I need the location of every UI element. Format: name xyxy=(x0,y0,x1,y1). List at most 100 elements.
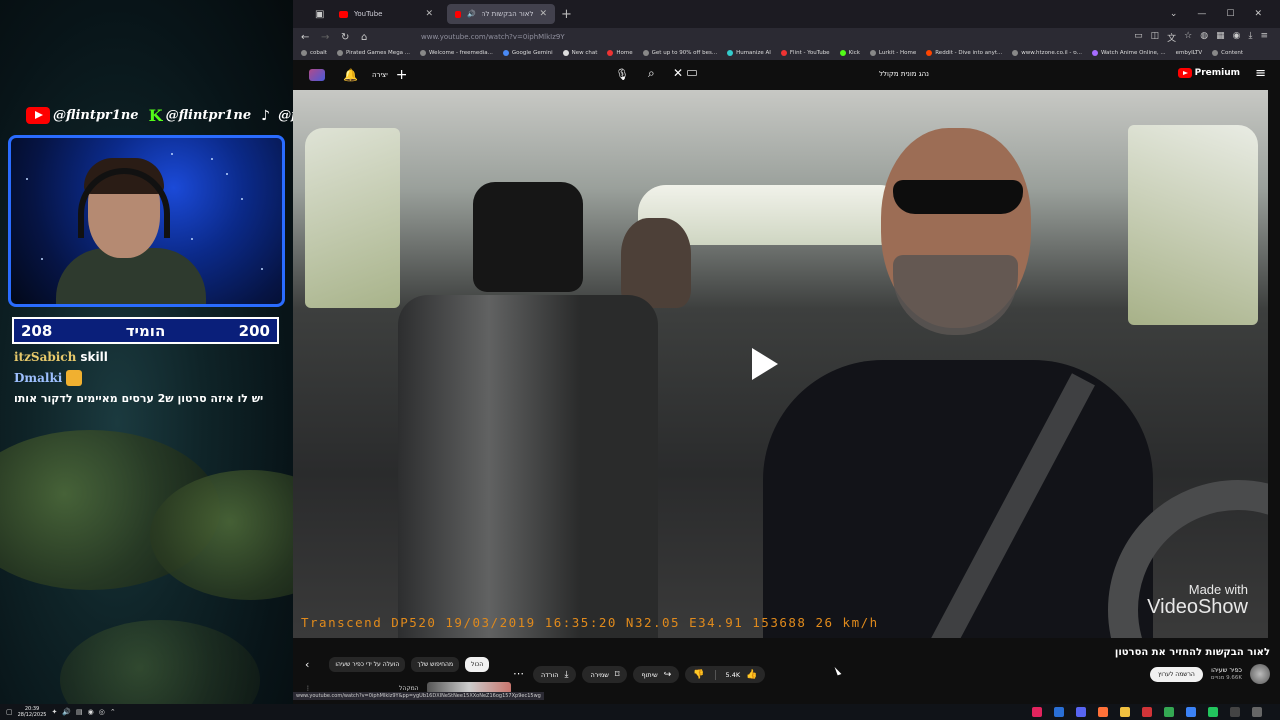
volume-icon[interactable]: 🔊 xyxy=(62,708,71,716)
taskbar-app-icon[interactable] xyxy=(1252,707,1262,717)
score-label: הומיד xyxy=(125,321,166,340)
notifications-bell-icon[interactable]: 🔔 xyxy=(343,68,358,82)
bookmark-item[interactable]: Lurkit - Home xyxy=(869,50,916,56)
tab-overview-icon[interactable]: ▣ xyxy=(315,9,325,20)
streamer xyxy=(56,158,206,304)
bookmark-item[interactable]: Get up to 90% off bes... xyxy=(642,50,717,56)
bookmark-item[interactable]: Reddit - Dive into anyt... xyxy=(926,50,1002,56)
microphone-icon[interactable]: 🎙 xyxy=(615,68,629,81)
watermark-line1: Made with xyxy=(1188,582,1248,597)
tab-youtube[interactable]: YouTube ✕ xyxy=(331,4,441,24)
reload-icon[interactable]: ↻ xyxy=(341,32,351,43)
tray-app-icon[interactable]: ◎ xyxy=(99,708,105,716)
forward-icon[interactable]: → xyxy=(321,32,331,43)
bookmark-item[interactable]: Pirated Games Mega ... xyxy=(336,50,410,56)
social-handles: @flintpr1ne K @flintpr1ne ♪ @flintpr1ne xyxy=(26,107,293,124)
speaker-icon[interactable]: 🔊 xyxy=(467,10,476,18)
stream-overlay: @flintpr1ne K @flintpr1ne ♪ @flintpr1ne xyxy=(0,0,293,704)
bookmark-item[interactable]: Kick xyxy=(839,50,860,56)
chevron-down-icon[interactable]: ⌄ xyxy=(1170,9,1178,19)
like-count[interactable]: 5.4K xyxy=(726,671,741,679)
save-button[interactable]: שמירה ⌑ xyxy=(582,666,628,683)
bookmark-item[interactable]: Welcome - freemedia... xyxy=(420,50,493,56)
taskbar-app-icon[interactable] xyxy=(1142,707,1152,717)
crown-badge-icon xyxy=(66,370,83,386)
discord-icon[interactable] xyxy=(1076,707,1086,717)
language-icon[interactable]: ✦ xyxy=(51,708,57,716)
bookmark-item[interactable]: cobalt xyxy=(301,50,327,56)
video-player[interactable]: Made with VideoShow Transcend DP520 19/0… xyxy=(293,90,1268,638)
home-icon[interactable]: ⌂ xyxy=(361,32,371,43)
show-hidden-icons-icon[interactable]: ⌃ xyxy=(110,708,116,716)
bookmark-item[interactable]: Flint - YouTube xyxy=(780,50,830,56)
clear-search-icon[interactable]: ✕ xyxy=(673,66,683,80)
new-tab-icon[interactable]: + xyxy=(561,7,572,22)
file-explorer-icon[interactable] xyxy=(1120,707,1130,717)
bookmark-item[interactable]: Humanize AI xyxy=(727,50,771,56)
terminal-icon[interactable] xyxy=(1230,707,1240,717)
tab-video[interactable]: 🔊 לאור הבקשות להחזיר את ✕ xyxy=(447,4,555,24)
address-bar-row: ← → ↻ ⌂ www.youtube.com/watch?v=0iphMlkI… xyxy=(293,28,1280,46)
bookmark-star-icon[interactable]: ☆ xyxy=(1184,31,1192,44)
chrome-icon[interactable] xyxy=(1164,707,1174,717)
like-dislike-group: 👎 5.4K 👍 xyxy=(685,666,766,683)
youtube-logo-icon xyxy=(1177,68,1192,78)
maximize-icon[interactable]: ☐ xyxy=(1226,9,1234,19)
bookmark-item[interactable]: Watch Anime Online, ... xyxy=(1091,50,1166,56)
plus-icon: + xyxy=(395,67,408,83)
taskbar-app-icon[interactable] xyxy=(1054,707,1064,717)
menu-icon[interactable]: ≡ xyxy=(1260,31,1268,44)
bookmark-item[interactable]: Google Gemini xyxy=(502,50,553,56)
bookmark-item[interactable]: Content xyxy=(1212,50,1243,56)
search-input[interactable]: נהג מונית מקולל xyxy=(685,67,935,83)
extension-icon[interactable]: ◉ xyxy=(1233,31,1241,44)
extension-icon[interactable]: ▭ xyxy=(1134,31,1143,44)
account-avatar[interactable] xyxy=(309,69,325,81)
create-button[interactable]: יצירה + xyxy=(372,67,408,83)
extension-icon[interactable]: ▦ xyxy=(1216,31,1225,44)
like-icon[interactable]: 👍 xyxy=(746,670,757,680)
subscribe-button[interactable]: הרשמה לערוץ xyxy=(1149,666,1203,682)
search-icon[interactable]: ⌕ xyxy=(648,66,655,81)
download-icon[interactable]: ⤓ xyxy=(1248,31,1252,44)
chip-all[interactable]: הכול xyxy=(465,657,490,672)
close-window-icon[interactable]: ✕ xyxy=(1254,9,1262,19)
notification-icon[interactable]: ▢ xyxy=(6,708,13,716)
stream-chat: itzSabich skill Dmalki יש לו איזה סרטון … xyxy=(14,350,286,411)
chevron-left-icon[interactable]: ‹ xyxy=(305,658,309,671)
url-field[interactable]: www.youtube.com/watch?v=0iphMlkIz9Y xyxy=(421,33,565,41)
chip-from-search[interactable]: מהחיפוש שלך xyxy=(411,657,460,672)
share-button[interactable]: שיתוף ↪ xyxy=(633,666,680,683)
related-video-label: המקהל xyxy=(399,684,419,692)
more-actions-icon[interactable]: ⋯ xyxy=(513,667,524,680)
taskbar-app-icon[interactable] xyxy=(1208,707,1218,717)
youtube-premium-logo[interactable]: Premium xyxy=(1177,68,1240,78)
tray-app-icon[interactable]: ◉ xyxy=(88,708,94,716)
play-icon[interactable] xyxy=(748,348,778,380)
back-icon[interactable]: ← xyxy=(301,32,311,43)
taskbar-app-icon[interactable] xyxy=(1186,707,1196,717)
minimize-icon[interactable]: — xyxy=(1197,9,1206,19)
taskbar-app-icon[interactable] xyxy=(1032,707,1042,717)
clock[interactable]: 20:39 28/12/2025 xyxy=(18,706,47,718)
bookmark-item[interactable]: www.htzone.co.il - ס... xyxy=(1012,50,1082,56)
bookmark-item[interactable]: embyILTV xyxy=(1176,50,1203,56)
firefox-icon[interactable] xyxy=(1098,707,1108,717)
channel-avatar[interactable] xyxy=(1250,664,1270,684)
extension-icon[interactable]: ◫ xyxy=(1151,31,1160,44)
channel-name[interactable]: כפיר שעיהו xyxy=(1211,666,1242,674)
hamburger-menu-icon[interactable]: ≡ xyxy=(1255,66,1266,81)
download-button[interactable]: הורדה ⤓ xyxy=(533,666,577,683)
translate-icon[interactable]: 文 xyxy=(1167,31,1176,44)
more-vert-icon[interactable]: ⋮ xyxy=(305,685,311,692)
close-tab-icon[interactable]: ✕ xyxy=(539,9,547,19)
close-tab-icon[interactable]: ✕ xyxy=(425,9,433,19)
extension-icon[interactable]: ◍ xyxy=(1200,31,1208,44)
dislike-icon[interactable]: 👎 xyxy=(693,670,704,680)
bookmark-item[interactable]: Home xyxy=(607,50,633,56)
bookmark-item[interactable]: New chat xyxy=(562,50,597,56)
chip-uploaded-by[interactable]: הועלה על ידי כפיר שעיהו xyxy=(329,657,406,672)
network-icon[interactable]: ▤ xyxy=(76,708,83,716)
bookmark-icon: ⌑ xyxy=(614,669,620,680)
chat-text: skill xyxy=(80,350,108,364)
